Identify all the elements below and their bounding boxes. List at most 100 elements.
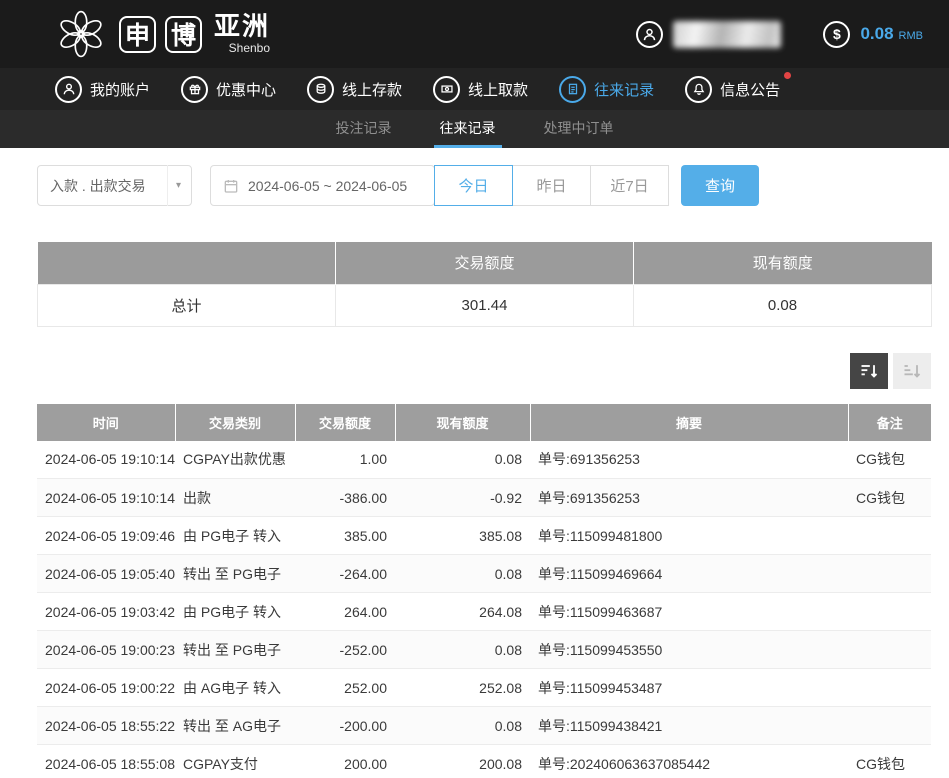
notification-badge <box>784 72 791 79</box>
nav-item-announcements[interactable]: 信息公告 <box>685 76 780 103</box>
page: 申 博 亚洲 Shenbo $ 0.08 RMB <box>0 0 949 778</box>
sort-desc-icon <box>859 361 879 381</box>
summary-total-label: 总计 <box>38 284 336 326</box>
cell-time: 2024-06-05 19:05:40 <box>37 555 175 593</box>
document-icon <box>559 76 586 103</box>
sort-controls <box>37 353 931 389</box>
user-icon <box>55 76 82 103</box>
logo-char-bo: 博 <box>165 16 202 53</box>
user-avatar-icon[interactable] <box>636 21 663 48</box>
col-header-type: 交易类别 <box>175 404 295 441</box>
cell-amount: 264.00 <box>295 593 395 631</box>
cell-amount: 200.00 <box>295 745 395 778</box>
cell-type: 出款 <box>175 479 295 517</box>
nav-item-withdraw[interactable]: 线上取款 <box>433 76 528 103</box>
cell-type: 转出 至 PG电子 <box>175 555 295 593</box>
sort-ascending-button[interactable] <box>893 353 931 389</box>
query-button[interactable]: 查询 <box>681 165 759 206</box>
flower-logo-icon <box>56 9 106 59</box>
logo-subtitle: Shenbo <box>229 41 270 55</box>
cell-summary: 单号:115099453487 <box>530 669 848 707</box>
cell-summary: 单号:115099453550 <box>530 631 848 669</box>
table-row: 2024-06-05 19:10:14 出款 -386.00 -0.92 单号:… <box>37 479 931 517</box>
table-row: 2024-06-05 19:00:23 转出 至 PG电子 -252.00 0.… <box>37 631 931 669</box>
main-navigation: 我的账户 优惠中心 线上存款 <box>0 68 949 110</box>
cell-amount: 385.00 <box>295 517 395 555</box>
cell-type: 转出 至 AG电子 <box>175 707 295 745</box>
tab-processing-orders[interactable]: 处理中订单 <box>538 110 620 148</box>
sort-descending-button[interactable] <box>850 353 888 389</box>
chevron-down-icon: ▾ <box>167 165 181 206</box>
nav-item-my-account[interactable]: 我的账户 <box>55 76 150 103</box>
selected-option: 入款 . 出款交易 <box>50 176 146 196</box>
summary-total-row: 总计 301.44 0.08 <box>38 284 932 326</box>
cell-summary: 单号:115099469664 <box>530 555 848 593</box>
cell-balance: 0.08 <box>395 631 530 669</box>
cell-time: 2024-06-05 19:09:46 <box>37 517 175 555</box>
nav-label: 线上取款 <box>468 79 528 100</box>
tab-label: 投注记录 <box>336 118 392 138</box>
cell-balance: 0.08 <box>395 555 530 593</box>
tab-label: 往来记录 <box>440 118 496 138</box>
summary-balance-total: 0.08 <box>634 284 932 326</box>
cell-balance: 0.08 <box>395 707 530 745</box>
cell-note: CG钱包 <box>848 745 931 778</box>
cell-note <box>848 669 931 707</box>
coins-icon <box>307 76 334 103</box>
nav-label: 信息公告 <box>720 79 780 100</box>
cell-time: 2024-06-05 19:00:23 <box>37 631 175 669</box>
tab-transaction-records[interactable]: 往来记录 <box>434 110 502 148</box>
cell-time: 2024-06-05 19:10:14 <box>37 479 175 517</box>
table-row: 2024-06-05 19:00:22 由 AG电子 转入 252.00 252… <box>37 669 931 707</box>
cell-note <box>848 555 931 593</box>
balance-display[interactable]: 0.08 RMB <box>860 24 923 44</box>
summary-transaction-total: 301.44 <box>336 284 634 326</box>
logo-region-text: 亚洲 <box>214 13 270 40</box>
site-logo[interactable]: 申 博 亚洲 Shenbo <box>56 9 270 59</box>
username-blurred <box>673 21 781 48</box>
wallet-dollar-icon[interactable]: $ <box>823 21 850 48</box>
cell-summary: 单号:691356253 <box>530 441 848 479</box>
cell-amount: -200.00 <box>295 707 395 745</box>
bell-icon <box>685 76 712 103</box>
date-range-picker[interactable]: 2024-06-05 ~ 2024-06-05 <box>210 165 435 206</box>
cell-summary: 单号:202406063637085442 <box>530 745 848 778</box>
transaction-type-select[interactable]: 入款 . 出款交易 ▾ <box>37 165 192 206</box>
last7days-button[interactable]: 近7日 <box>590 165 669 206</box>
logo-char-shen: 申 <box>119 16 156 53</box>
cell-type: 由 PG电子 转入 <box>175 593 295 631</box>
nav-label: 优惠中心 <box>216 79 276 100</box>
today-button[interactable]: 今日 <box>434 165 513 206</box>
cell-balance: 385.08 <box>395 517 530 555</box>
cell-time: 2024-06-05 18:55:22 <box>37 707 175 745</box>
cell-summary: 单号:115099481800 <box>530 517 848 555</box>
cell-summary: 单号:691356253 <box>530 479 848 517</box>
col-header-amount: 交易额度 <box>295 404 395 441</box>
cell-note: CG钱包 <box>848 441 931 479</box>
cell-balance: 0.08 <box>395 441 530 479</box>
cell-amount: -252.00 <box>295 631 395 669</box>
nav-item-promotions[interactable]: 优惠中心 <box>181 76 276 103</box>
yesterday-button[interactable]: 昨日 <box>512 165 591 206</box>
cell-type: 由 AG电子 转入 <box>175 669 295 707</box>
nav-item-deposit[interactable]: 线上存款 <box>307 76 402 103</box>
tab-label: 处理中订单 <box>544 118 614 138</box>
topbar: 申 博 亚洲 Shenbo $ 0.08 RMB <box>0 0 949 68</box>
summary-header-row: 交易额度 现有额度 <box>38 242 932 284</box>
nav-item-transaction-records[interactable]: 往来记录 <box>559 76 654 103</box>
cell-time: 2024-06-05 19:03:42 <box>37 593 175 631</box>
cell-type: CGPAY支付 <box>175 745 295 778</box>
cell-note <box>848 517 931 555</box>
cell-balance: -0.92 <box>395 479 530 517</box>
cell-amount: -264.00 <box>295 555 395 593</box>
records-header-row: 时间 交易类别 交易额度 现有额度 摘要 备注 <box>37 404 931 441</box>
calendar-icon <box>223 178 239 194</box>
cell-summary: 单号:115099463687 <box>530 593 848 631</box>
summary-header-empty <box>38 242 336 284</box>
sort-asc-icon <box>902 361 922 381</box>
table-row: 2024-06-05 18:55:22 转出 至 AG电子 -200.00 0.… <box>37 707 931 745</box>
tab-bet-records[interactable]: 投注记录 <box>330 110 398 148</box>
table-row: 2024-06-05 19:05:40 转出 至 PG电子 -264.00 0.… <box>37 555 931 593</box>
cell-balance: 264.08 <box>395 593 530 631</box>
col-header-note: 备注 <box>848 404 931 441</box>
